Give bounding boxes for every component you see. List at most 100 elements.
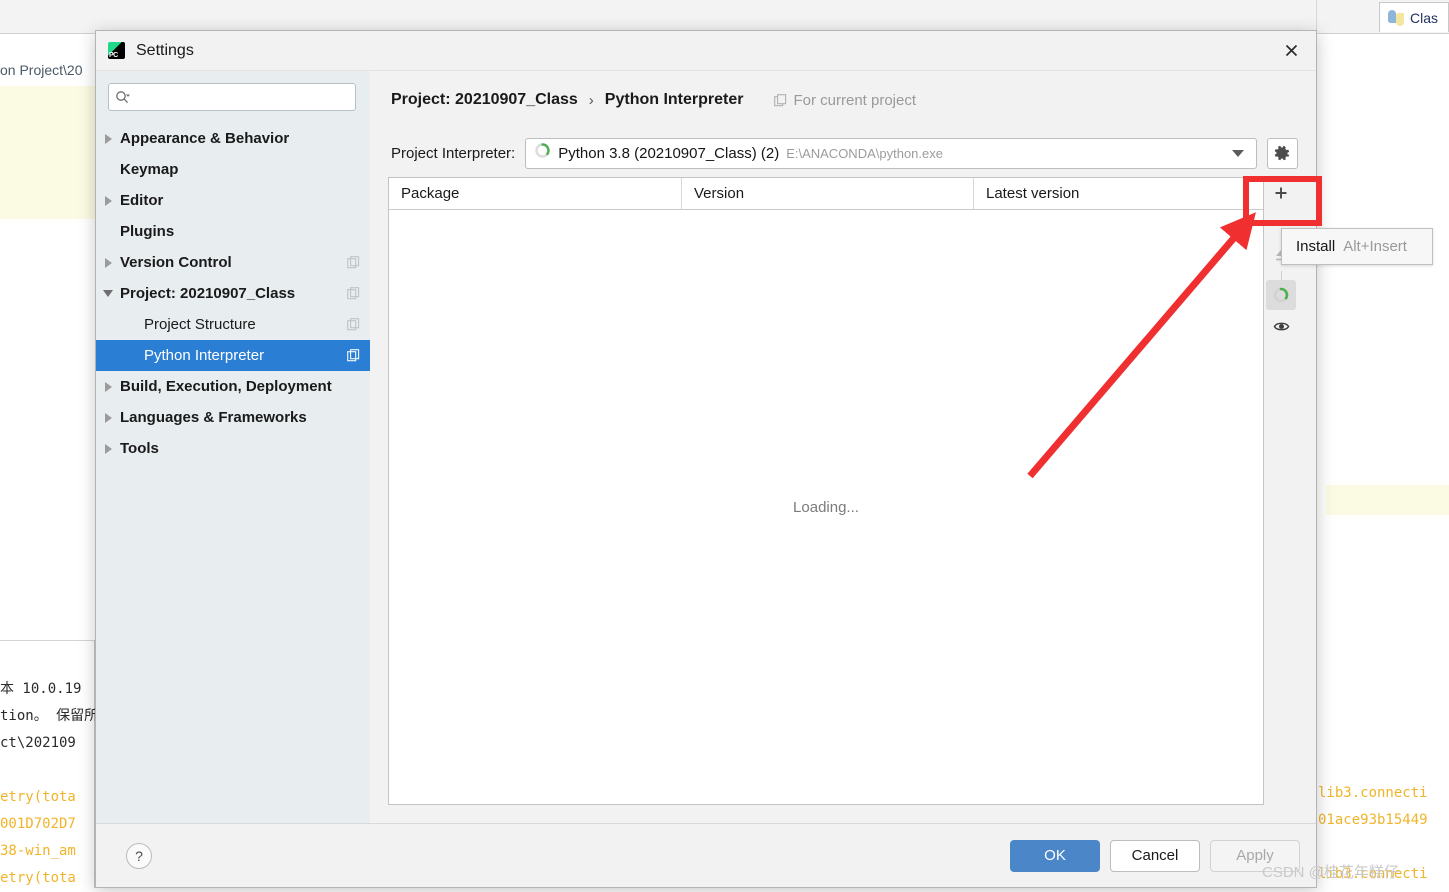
sidebar-item-label: Keymap — [120, 161, 360, 178]
console-line: etry(tota — [0, 784, 95, 811]
sidebar-item-version-control[interactable]: Version Control — [96, 247, 370, 278]
breadcrumb-separator: › — [589, 92, 594, 109]
copy-icon — [347, 287, 360, 300]
console-line: tion。 保留所 — [0, 703, 95, 730]
gear-icon[interactable] — [1267, 138, 1298, 169]
apply-button: Apply — [1210, 840, 1300, 872]
eye-icon — [1273, 318, 1290, 335]
sidebar-item-label: Tools — [120, 440, 360, 457]
package-table: Package Version Latest version Loading..… — [388, 177, 1264, 805]
tree-toggle[interactable] — [96, 134, 120, 144]
interpreter-path: E:\ANACONDA\python.exe — [786, 146, 943, 161]
package-table-header: Package Version Latest version — [389, 178, 1263, 210]
question-mark-icon[interactable]: ? — [126, 843, 152, 869]
package-area: Package Version Latest version Loading..… — [388, 177, 1298, 805]
tree-toggle[interactable] — [96, 413, 120, 423]
console-line: lib3.connecti — [1318, 780, 1449, 807]
sidebar-item-label: Languages & Frameworks — [120, 409, 360, 426]
chevron-right-icon — [105, 134, 112, 144]
interpreter-name: Python 3.8 (20210907_Class) (2) — [558, 145, 779, 162]
dialog-titlebar: Settings — [96, 31, 1316, 71]
scope-badge-label: For current project — [793, 92, 916, 109]
sidebar-item-label: Version Control — [120, 254, 347, 271]
console-line: lib3.connecti — [1318, 861, 1449, 888]
loading-spinner-icon — [534, 142, 551, 164]
tree-toggle[interactable] — [96, 258, 120, 268]
column-header-package[interactable]: Package — [389, 178, 682, 209]
sidebar-item-editor[interactable]: Editor — [96, 185, 370, 216]
console-line: ct\202109 — [0, 730, 95, 757]
tree-toggle[interactable] — [96, 196, 120, 206]
copy-icon — [347, 349, 360, 362]
sidebar-item-label: Build, Execution, Deployment — [120, 378, 360, 395]
sidebar-item-plugins[interactable]: Plugins — [96, 216, 370, 247]
interpreter-row: Project Interpreter: Python 3.8 (2021090… — [388, 129, 1298, 177]
show-early-releases-button[interactable] — [1266, 311, 1296, 341]
loading-text: Loading... — [793, 499, 859, 516]
toolbar-separator — [1281, 271, 1282, 280]
breadcrumb-parent[interactable]: Project: 20210907_Class — [391, 91, 578, 109]
chevron-down-icon[interactable] — [1232, 150, 1244, 157]
chevron-right-icon — [105, 382, 112, 392]
ok-button[interactable]: OK — [1010, 840, 1100, 872]
sidebar-item-languages-frameworks[interactable]: Languages & Frameworks — [96, 402, 370, 433]
console-line: 本 10.0.19 — [0, 676, 95, 703]
sidebar-item-keymap[interactable]: Keymap — [96, 154, 370, 185]
copy-icon — [347, 256, 360, 269]
settings-tree: Appearance & Behavior Keymap Editor Plugins… — [96, 121, 370, 464]
package-toolbar — [1264, 177, 1298, 805]
sidebar-item-label: Appearance & Behavior — [120, 130, 360, 147]
plus-icon — [1273, 185, 1289, 201]
console-output-right: lib3.connecti01ace93b15449 lib3.connecti — [1318, 780, 1449, 888]
sidebar-item-label: Python Interpreter — [144, 347, 347, 364]
chevron-right-icon — [105, 196, 112, 206]
sidebar-item-project-20210907-class[interactable]: Project: 20210907_Class — [96, 278, 370, 309]
search-icon — [115, 90, 130, 105]
python-file-icon — [1388, 10, 1404, 26]
settings-content: Project: 20210907_Class › Python Interpr… — [370, 71, 1316, 823]
sidebar-item-python-interpreter[interactable]: Python Interpreter — [96, 340, 370, 371]
minus-icon — [1273, 216, 1289, 232]
dialog-footer: ? OK Cancel Apply — [96, 823, 1316, 887]
tree-toggle[interactable] — [96, 382, 120, 392]
search-input[interactable] — [134, 89, 349, 105]
editor-tab-strip — [0, 0, 1449, 34]
background-path-text: on Project\20 — [0, 62, 83, 78]
interpreter-dropdown[interactable]: Python 3.8 (20210907_Class) (2) E:\ANACO… — [525, 138, 1257, 169]
close-icon[interactable] — [1272, 35, 1310, 67]
sidebar-item-tools[interactable]: Tools — [96, 433, 370, 464]
chevron-right-icon — [105, 444, 112, 454]
uninstall-package-button[interactable] — [1266, 209, 1296, 239]
editor-tab-label: Clas — [1410, 10, 1438, 26]
loading-indicator-button[interactable] — [1266, 280, 1296, 310]
sidebar-item-project-structure[interactable]: Project Structure — [96, 309, 370, 340]
console-output-left: 本 10.0.19tion。 保留所ct\202109 etry(tota001… — [0, 676, 95, 892]
upgrade-package-button[interactable] — [1266, 240, 1296, 270]
package-table-body: Loading... — [389, 210, 1263, 804]
sidebar-item-build-execution-deployment[interactable]: Build, Execution, Deployment — [96, 371, 370, 402]
chevron-down-icon — [103, 290, 113, 297]
copy-icon — [347, 318, 360, 331]
scope-badge: For current project — [774, 92, 916, 109]
tree-toggle[interactable] — [96, 444, 120, 454]
tree-toggle[interactable] — [96, 290, 120, 297]
settings-sidebar: Appearance & Behavior Keymap Editor Plugins… — [96, 71, 370, 823]
settings-dialog: Settings Appearance & Behavior Keymap Edit… — [95, 30, 1317, 888]
sidebar-item-appearance-behavior[interactable]: Appearance & Behavior — [96, 123, 370, 154]
breadcrumb: Project: 20210907_Class › Python Interpr… — [388, 71, 1298, 129]
upgrade-arrow-icon — [1273, 247, 1289, 263]
chevron-right-icon — [105, 413, 112, 423]
column-header-version[interactable]: Version — [682, 178, 974, 209]
search-box[interactable] — [108, 83, 356, 111]
install-package-button[interactable] — [1266, 178, 1296, 208]
breadcrumb-current: Python Interpreter — [605, 91, 744, 109]
column-header-latest-version[interactable]: Latest version — [974, 178, 1263, 209]
console-line: 001D702D7 — [0, 811, 95, 838]
cancel-button[interactable]: Cancel — [1110, 840, 1200, 872]
pycharm-icon — [108, 42, 125, 59]
sidebar-item-label: Project: 20210907_Class — [120, 285, 347, 302]
dialog-title: Settings — [136, 42, 194, 60]
background-divider-horizontal — [0, 640, 95, 641]
sidebar-item-label: Plugins — [120, 223, 360, 240]
editor-tab-class[interactable]: Clas — [1379, 2, 1449, 32]
